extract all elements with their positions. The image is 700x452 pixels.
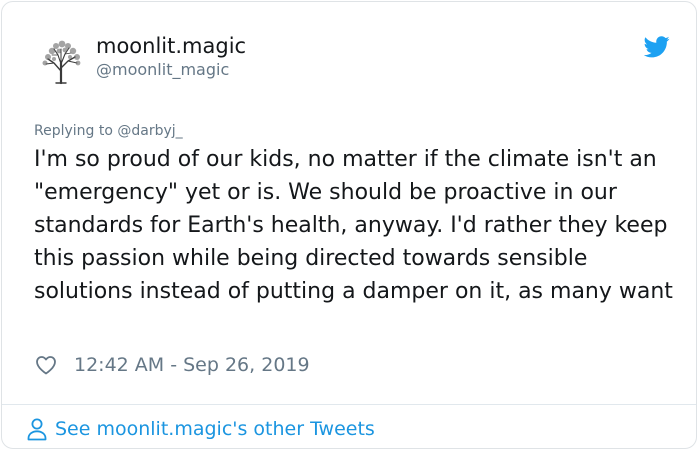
tweet-text: I'm so proud of our kids, no matter if t… [34,147,673,304]
heart-icon[interactable] [34,353,58,377]
author-handle[interactable]: @moonlit_magic [96,60,229,80]
author-display-name[interactable]: moonlit.magic [96,33,246,59]
footer-divider [2,404,696,405]
tweet-meta: 12:42 AM - Sep 26, 2019 [34,352,310,378]
see-other-tweets-link[interactable]: See moonlit.magic's other Tweets [26,416,375,442]
person-icon [27,418,47,441]
tweet-timestamp[interactable]: 12:42 AM - Sep 26, 2019 [74,354,310,376]
replying-to: Replying to @darbyj_ [34,122,183,140]
author-avatar[interactable] [34,33,88,87]
twitter-bird-icon[interactable] [644,36,670,58]
see-other-tweets-label: See moonlit.magic's other Tweets [55,418,375,440]
tweet-card: moonlit.magic @moonlit_magic Replying to… [1,1,697,449]
tree-avatar-icon [42,40,81,85]
replying-to-prefix: Replying to [34,123,113,139]
replying-to-handle[interactable]: @darbyj_ [117,123,182,139]
